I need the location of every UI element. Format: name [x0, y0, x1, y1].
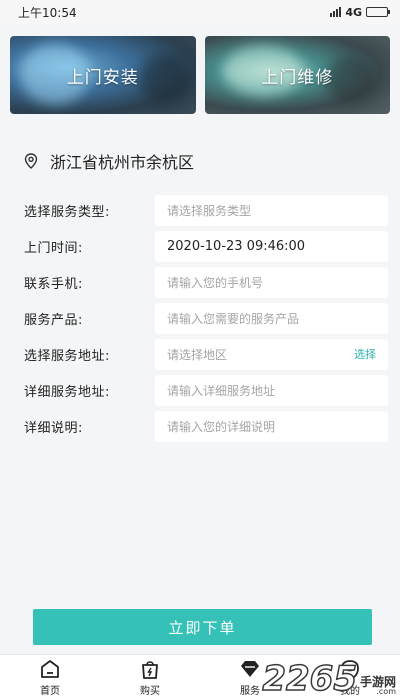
repair-banner[interactable]: 上门维修 [204, 36, 390, 114]
service-type-placeholder: 请选择服务类型 [167, 203, 252, 218]
visit-time-row: 上门时间: 2020-10-23 09:46:00 [24, 230, 388, 262]
product-row: 服务产品: 请输入您需要的服务产品 [24, 302, 388, 334]
address-detail-placeholder: 请输入详细服务地址 [167, 383, 276, 398]
address-area-label: 选择服务地址: [24, 348, 110, 364]
signal-icon [330, 7, 342, 17]
address-area-select[interactable]: 请选择地区 选择 [155, 338, 388, 370]
network-label: 4G [345, 5, 362, 19]
install-banner[interactable]: 上门安装 [10, 36, 196, 114]
repair-banner-label: 上门维修 [261, 67, 334, 88]
service-type-select[interactable]: 请选择服务类型 [155, 194, 388, 226]
address-detail-label: 详细服务地址: [24, 384, 110, 400]
tab-profile-label: 我的 [340, 686, 360, 697]
phone-label: 联系手机: [24, 276, 83, 292]
visit-time-label: 上门时间: [24, 240, 83, 256]
status-icons: 4G [330, 5, 390, 19]
visit-time-field[interactable]: 2020-10-23 09:46:00 [155, 230, 388, 262]
phone-row: 联系手机: 请输入您的手机号 [24, 266, 388, 298]
description-row: 详细说明: 请输入您的详细说明 [24, 410, 388, 442]
tab-buy-label: 购买 [140, 686, 160, 697]
service-type-label: 选择服务类型: [24, 204, 110, 220]
tab-home-label: 首页 [40, 686, 60, 697]
location-text: 浙江省杭州市余杭区 [50, 153, 195, 172]
status-time: 上午10:54 [18, 5, 77, 20]
tab-buy[interactable]: 购买 [120, 658, 180, 697]
profile-icon [341, 660, 359, 678]
home-icon [41, 660, 59, 678]
shopping-bag-icon [142, 661, 158, 679]
description-input[interactable]: 请输入您的详细说明 [155, 410, 388, 442]
product-placeholder: 请输入您需要的服务产品 [167, 311, 300, 326]
service-type-row: 选择服务类型: 请选择服务类型 [24, 194, 388, 226]
service-order-form: 选择服务类型: 请选择服务类型 上门时间: 2020-10-23 09:46:0… [0, 194, 400, 442]
description-placeholder: 请输入您的详细说明 [167, 419, 276, 434]
address-detail-input[interactable]: 请输入详细服务地址 [155, 374, 388, 406]
bottom-tab-bar: 首页 购买 服务 我的 [0, 654, 400, 700]
install-banner-label: 上门安装 [66, 67, 139, 88]
product-label: 服务产品: [24, 312, 83, 328]
address-detail-row: 详细服务地址: 请输入详细服务地址 [24, 374, 388, 406]
address-area-placeholder: 请选择地区 [167, 347, 228, 362]
address-select-link[interactable]: 选择 [354, 346, 376, 362]
status-bar: 上午10:54 4G [0, 0, 400, 24]
visit-time-value: 2020-10-23 09:46:00 [167, 238, 306, 254]
phone-placeholder: 请输入您的手机号 [167, 275, 264, 290]
location-pin-icon [24, 153, 38, 169]
address-area-row: 选择服务地址: 请选择地区 选择 [24, 338, 388, 370]
current-location[interactable]: 浙江省杭州市余杭区 [0, 136, 400, 186]
tab-home[interactable]: 首页 [20, 658, 80, 697]
order-now-button[interactable]: 立即下单 [33, 609, 372, 645]
description-label: 详细说明: [24, 420, 83, 436]
tab-profile[interactable]: 我的 [320, 658, 380, 697]
battery-icon [366, 7, 390, 17]
tab-service-label: 服务 [240, 686, 260, 697]
diamond-icon [241, 661, 259, 677]
product-input[interactable]: 请输入您需要的服务产品 [155, 302, 388, 334]
service-banners: 上门安装 上门维修 [0, 24, 400, 114]
phone-input[interactable]: 请输入您的手机号 [155, 266, 388, 298]
tab-service[interactable]: 服务 [220, 658, 280, 697]
